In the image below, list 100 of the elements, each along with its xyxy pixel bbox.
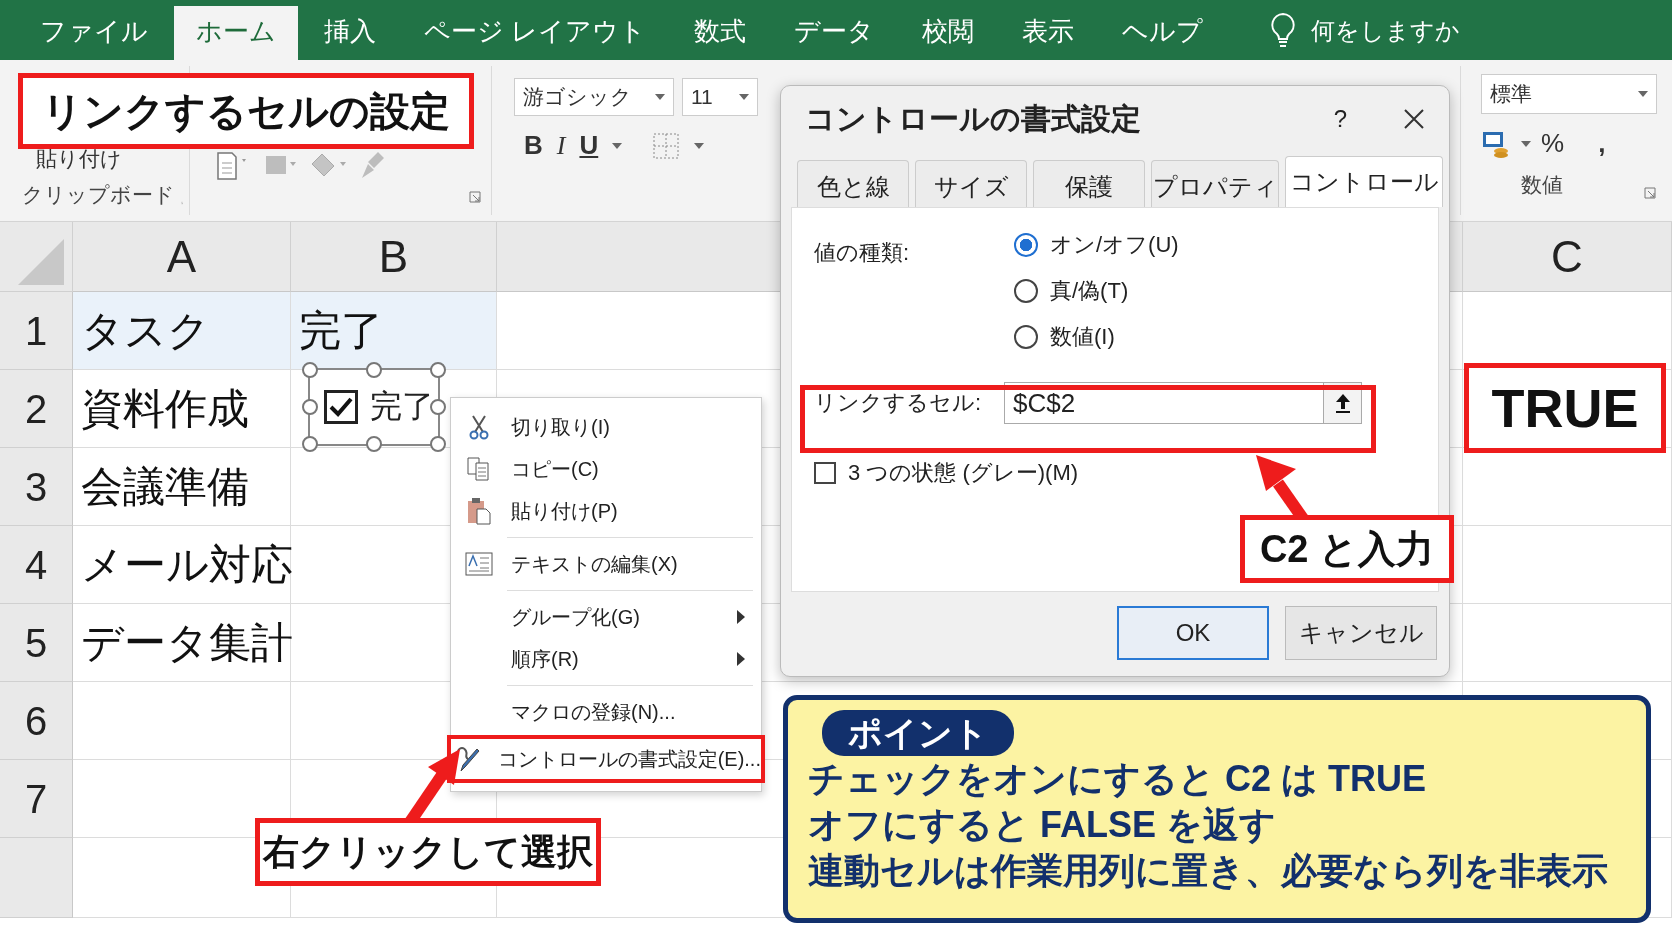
scissors-icon (467, 414, 491, 440)
menu-item[interactable]: 貼り付け(P) (451, 490, 761, 532)
table-cell: タスク (73, 292, 291, 370)
group-label: クリップボード (22, 182, 175, 208)
table-cell: 完了 (291, 292, 497, 370)
callout-label: C2 と入力 (1240, 515, 1454, 583)
tip-text: チェックをオンにすると C2 は TRUE (808, 757, 1428, 801)
radio-button[interactable] (1014, 233, 1038, 257)
dialog-title: コントロールの書式設定 (805, 100, 1142, 137)
tip-badge: ポイント (822, 710, 1014, 756)
menu-item[interactable]: グループ化(G) (451, 596, 761, 638)
dialog-tab[interactable]: サイズ (915, 160, 1027, 207)
format-button[interactable]: B (524, 130, 543, 161)
table-cell: メール対応 (73, 526, 291, 604)
caret-icon (739, 94, 749, 100)
menu-item[interactable]: 順序(R) (451, 638, 761, 680)
column-header[interactable]: B (291, 222, 497, 292)
column-header[interactable]: C (1463, 222, 1672, 292)
ribbon-tab[interactable]: 校閲 (900, 6, 997, 60)
resize-handle[interactable] (302, 362, 318, 378)
row-header[interactable]: 5 (0, 604, 73, 682)
checkbox[interactable] (324, 390, 358, 424)
callout-label: TRUE (1464, 363, 1666, 453)
radio-option[interactable]: オン/オフ(U) (1014, 230, 1179, 260)
field-label: 値の種類: (814, 239, 911, 267)
resize-handle[interactable] (430, 399, 446, 415)
ribbon-tab[interactable]: データ (772, 6, 897, 60)
caret-icon (655, 94, 665, 100)
caret-icon (612, 142, 623, 149)
checkbox-label: 3 つの状態 (グレー)(M) (848, 459, 1079, 487)
radio-option[interactable]: 真/偽(T) (1014, 276, 1179, 306)
row-header[interactable]: 3 (0, 448, 73, 526)
format-button[interactable]: I (556, 130, 566, 161)
ribbon-tab[interactable]: ヘルプ (1100, 6, 1226, 60)
menu-item[interactable]: マクロの登録(N)... (451, 691, 761, 733)
row-header[interactable]: 4 (0, 526, 73, 604)
dialog-tab[interactable]: 保護 (1033, 160, 1145, 207)
font-size-dropdown[interactable]: 11 (682, 78, 758, 116)
copy-icon (466, 456, 492, 482)
menu-item[interactable]: コピー(C) (451, 448, 761, 490)
option-label: 数値(I) (1050, 323, 1115, 351)
ribbon-tab[interactable]: 表示 (1000, 6, 1097, 60)
caret-icon (1638, 91, 1648, 97)
checkbox[interactable] (814, 462, 836, 484)
tell-me-field[interactable]: 何をしますか (1311, 6, 1461, 60)
text-edit-icon (465, 552, 493, 576)
resize-handle[interactable] (366, 436, 382, 452)
group-label: 数値 (1521, 172, 1563, 198)
ribbon-tab[interactable]: 数式 (672, 6, 769, 60)
ribbon-tab[interactable]: ホーム (174, 6, 298, 60)
row-header[interactable]: 2 (0, 370, 73, 448)
caret-icon (694, 142, 705, 149)
tip-text: 連動セルは作業用列に置き、必要なら列を非表示 (808, 849, 1609, 893)
radio-button[interactable] (1014, 325, 1038, 349)
callout-label: 右クリックして選択 (255, 818, 601, 886)
field-label: リンクするセル: (814, 389, 983, 417)
percent-button[interactable]: % (1541, 128, 1565, 159)
resize-handle[interactable] (366, 362, 382, 378)
comma-button[interactable]: , (1598, 128, 1606, 159)
submenu-arrow-icon (737, 652, 745, 666)
ribbon-tab[interactable]: 挿入 (302, 6, 398, 60)
table-cell: データ集計 (73, 604, 291, 682)
submenu-arrow-icon (737, 610, 745, 624)
upload-arrow-icon (1334, 393, 1351, 413)
resize-handle[interactable] (302, 399, 318, 415)
number-format-dropdown[interactable]: 標準 (1481, 74, 1657, 114)
row-header[interactable]: 1 (0, 292, 73, 370)
ribbon-tab[interactable]: ページ レイアウト (402, 6, 669, 60)
dialog-tab[interactable]: コントロール (1285, 156, 1443, 207)
menu-item[interactable]: コントロールの書式設定(E)... (447, 735, 765, 783)
resize-handle[interactable] (430, 436, 446, 452)
help-button[interactable]: ? (1333, 105, 1347, 133)
input-field[interactable]: $C$2 (1004, 382, 1324, 424)
resize-handle[interactable] (302, 436, 318, 452)
menu-item[interactable]: テキストの編集(X) (451, 543, 761, 585)
format-button[interactable]: U (579, 130, 599, 161)
dialog-button[interactable]: キャンセル (1285, 606, 1437, 660)
paste-icon (466, 497, 492, 525)
ribbon-tab[interactable]: ファイル (18, 6, 170, 60)
tip-text: オフにすると FALSE を返す (808, 803, 1278, 847)
row-header[interactable]: 7 (0, 760, 73, 838)
font-dropdown[interactable]: 游ゴシック (514, 78, 674, 116)
dialog-tab[interactable]: 色と線 (797, 160, 909, 207)
row-header[interactable]: 6 (0, 682, 73, 760)
resize-handle[interactable] (430, 362, 446, 378)
collapse-button[interactable] (1324, 382, 1362, 424)
radio-button[interactable] (1014, 279, 1038, 303)
dialog-tab[interactable]: プロパティ (1151, 160, 1279, 207)
dialog-button[interactable]: OK (1117, 606, 1269, 660)
option-label: オン/オフ(U) (1050, 231, 1179, 259)
radio-option[interactable]: 数値(I) (1014, 322, 1179, 352)
table-cell: 資料作成 (73, 370, 291, 448)
lightbulb-icon (1269, 12, 1298, 48)
caret-icon (1521, 140, 1531, 147)
column-header[interactable]: A (73, 222, 291, 292)
callout-label: リンクするセルの設定 (18, 73, 474, 149)
table-cell: 会議準備 (73, 448, 291, 526)
menu-item[interactable]: 切り取り(I) (451, 406, 761, 448)
close-icon[interactable] (1403, 108, 1425, 130)
option-label: 真/偽(T) (1050, 277, 1129, 305)
